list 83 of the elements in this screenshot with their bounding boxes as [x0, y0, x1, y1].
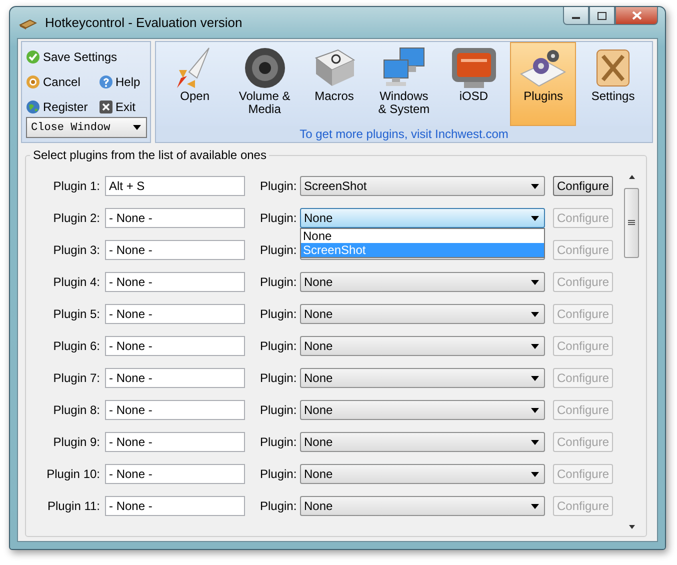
plugin-dropdown[interactable]: None [300, 272, 545, 292]
plugin-label: Plugin 6: [52, 339, 100, 353]
exit-button[interactable]: Exit [98, 98, 136, 117]
plugin-dropdown[interactable]: None [300, 496, 545, 516]
plugin-label: Plugin: [260, 275, 298, 289]
plugin-label: Plugin 11: [46, 499, 100, 513]
plugin-label: Plugin: [260, 179, 298, 193]
caret-icon [531, 408, 539, 412]
plugin-label: Plugin: [260, 403, 298, 417]
toolbar-tab[interactable]: Plugins [510, 42, 576, 126]
register-button[interactable]: Register [26, 98, 88, 117]
plugins-link[interactable]: To get more plugins, visit Inchwest.com [300, 127, 508, 141]
plugin-dropdown[interactable]: None [300, 368, 545, 388]
maximize-button[interactable] [589, 7, 615, 25]
hotkey-field[interactable]: Alt + S [105, 176, 245, 196]
caret-icon [531, 376, 539, 380]
dropdown-option[interactable]: None [301, 229, 544, 243]
toolbar-tab[interactable]: Volume & Media [232, 42, 298, 126]
plugin-dropdown[interactable]: None [300, 400, 545, 420]
caret-icon [531, 216, 539, 220]
minimize-button[interactable] [563, 7, 589, 25]
caret-icon [531, 344, 539, 348]
plugin-label: Plugin: [260, 211, 298, 225]
plugin-dropdown[interactable]: ScreenShot [300, 176, 545, 196]
hotkey-field[interactable]: - None - [105, 464, 245, 484]
plugin-label: Plugin 7: [52, 371, 100, 385]
hotkey-field[interactable]: - None - [105, 304, 245, 324]
save-button[interactable]: Save Settings [26, 47, 118, 66]
plugin-label: Plugin: [260, 339, 298, 353]
plugin-dropdown[interactable]: None [300, 208, 545, 228]
toolbar-tab[interactable]: iOSD [440, 42, 507, 126]
plugin-label: Plugin 5: [52, 307, 100, 321]
plugin-label: Plugin 9: [52, 435, 100, 449]
help-button[interactable]: Help [98, 72, 140, 92]
scroll-thumb[interactable] [624, 188, 639, 258]
cancel-button[interactable]: Cancel [26, 72, 80, 92]
configure-button[interactable]: Configure [553, 176, 613, 196]
toolbar-tab[interactable]: Macros [301, 42, 368, 126]
close-button[interactable] [615, 7, 658, 25]
help-icon [98, 74, 112, 89]
toolbar-tab[interactable]: Open [162, 42, 228, 126]
caret-icon [531, 440, 539, 444]
plugin-label: Plugin: [260, 371, 298, 385]
caret-icon [531, 472, 539, 476]
plugin-label: Plugin: [260, 499, 298, 513]
plugin-label: Plugin 1: [52, 179, 100, 193]
hotkey-field[interactable]: - None - [105, 208, 245, 228]
caret-icon [531, 280, 539, 284]
window-title: Hotkeycontrol - Evaluation version [45, 15, 244, 30]
exit-icon [98, 100, 112, 114]
plugin-dropdown[interactable]: None [300, 336, 545, 356]
plugin-label: Plugin: [260, 307, 298, 321]
hotkey-field[interactable]: - None - [105, 368, 245, 388]
close-action-dropdown[interactable]: Close Window [26, 117, 147, 138]
plugin-label: Plugin 4: [52, 275, 100, 289]
plugin-label: Plugin 8: [52, 403, 100, 417]
toolbar-tab[interactable]: Settings [580, 42, 646, 126]
check-icon [26, 50, 40, 64]
plugin-label: Plugin 3: [52, 243, 100, 257]
maximize-icon [597, 12, 607, 20]
hotkey-field[interactable]: - None - [105, 432, 245, 452]
plugin-dropdown[interactable]: None [300, 464, 545, 484]
plugin-label: Plugin 2: [52, 211, 100, 225]
caret-icon [531, 312, 539, 316]
plugin-label: Plugin: [260, 243, 298, 257]
plugin-dropdown[interactable]: None [300, 304, 545, 324]
hotkey-field[interactable]: - None - [105, 400, 245, 420]
group-title: Select plugins from the list of available ones [30, 148, 270, 162]
caret-icon [531, 184, 539, 188]
cancel-icon [26, 74, 40, 89]
globe-icon [26, 100, 40, 114]
hotkey-field[interactable]: - None - [105, 240, 245, 260]
caret-icon [531, 504, 539, 508]
plugin-label: Plugin: [260, 467, 298, 481]
hotkey-field[interactable]: - None - [105, 496, 245, 516]
plugin-label: Plugin: [260, 435, 298, 449]
caret-icon [133, 125, 141, 130]
hotkey-field[interactable]: - None - [105, 336, 245, 356]
close-icon [632, 11, 642, 20]
toolbar-tab[interactable]: Windows & System [370, 42, 437, 126]
plugin-label: Plugin 10: [46, 467, 100, 481]
hotkey-field[interactable]: - None - [105, 272, 245, 292]
plugin-dropdown[interactable]: None [300, 432, 545, 452]
